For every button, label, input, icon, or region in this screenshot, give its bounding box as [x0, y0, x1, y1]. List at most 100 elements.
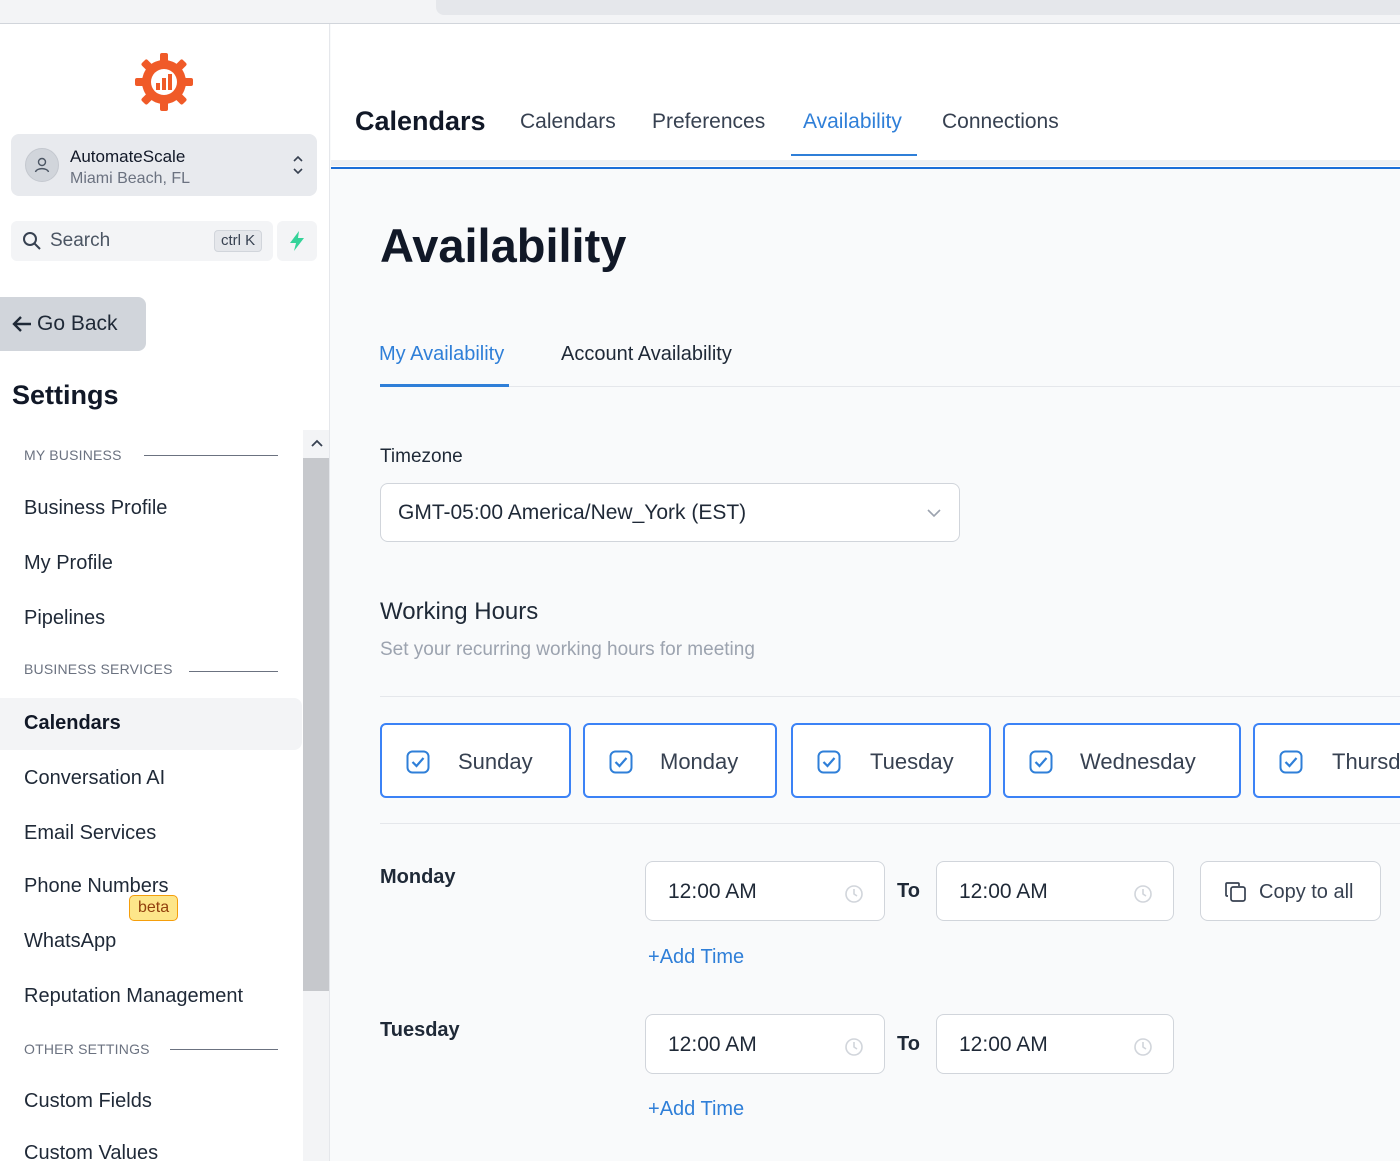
chevron-up-icon [311, 439, 323, 447]
sidebar-item-label: WhatsApp [24, 930, 117, 952]
settings-title: Settings [12, 380, 119, 410]
sidebar-item-custom-values[interactable]: Custom Values [0, 1128, 302, 1161]
scroll-up-button[interactable] [306, 432, 328, 454]
to-label: To [897, 880, 920, 902]
clock-icon [845, 1038, 863, 1056]
brand-logo-icon[interactable] [131, 49, 197, 115]
sidebar: AutomateScale Miami Beach, FL Search ctr… [0, 24, 330, 1161]
timezone-select[interactable]: GMT-05:00 America/New_York (EST) [380, 483, 960, 542]
schedule-day-tuesday: Tuesday [380, 1019, 460, 1041]
tuesday-end-time-input[interactable]: 12:00 AM [936, 1014, 1174, 1074]
sidebar-item-pipelines[interactable]: Pipelines [0, 593, 302, 645]
beta-badge: beta [129, 895, 179, 921]
add-time-link-monday[interactable]: +Add Time [648, 946, 744, 969]
add-time-label: Add Time [659, 1098, 745, 1120]
time-value: 12:00 AM [959, 1033, 1048, 1056]
quick-actions-button[interactable] [277, 221, 317, 261]
main-header: Calendars Calendars Preferences Availabi… [331, 24, 1400, 169]
day-toggle-thursday[interactable]: Thursday [1253, 723, 1400, 798]
day-toggle-sunday[interactable]: Sunday [380, 723, 571, 798]
plus-icon: + [648, 1098, 660, 1120]
day-toggle-tuesday[interactable]: Tuesday [791, 723, 991, 798]
time-value: 12:00 AM [668, 880, 757, 903]
copy-to-all-button[interactable]: Copy to all [1200, 861, 1381, 921]
clock-icon [845, 885, 863, 903]
account-switcher[interactable]: AutomateScale Miami Beach, FL [11, 134, 317, 196]
monday-end-time-input[interactable]: 12:00 AM [936, 861, 1174, 921]
sidebar-item-label: Pipelines [24, 607, 106, 629]
user-icon [34, 157, 50, 173]
account-location: Miami Beach, FL [70, 170, 191, 187]
page-title: Availability [380, 219, 627, 272]
sidebar-item-business-profile[interactable]: Business Profile [0, 483, 302, 535]
sidebar-item-custom-fields[interactable]: Custom Fields [0, 1076, 302, 1128]
section-divider [380, 696, 1400, 697]
section-divider [144, 455, 278, 456]
day-label: Wednesday [1080, 749, 1196, 774]
go-back-button[interactable]: Go Back [0, 297, 146, 351]
section-other-settings: OTHER SETTINGS [24, 1041, 150, 1057]
chevron-down-icon [927, 509, 941, 518]
sidebar-item-label: Conversation AI [24, 767, 166, 789]
active-tab-indicator [791, 154, 917, 156]
sidebar-item-label: Custom Fields [24, 1090, 152, 1112]
subtabs-divider [380, 386, 1400, 387]
tab-preferences[interactable]: Preferences [652, 110, 765, 134]
section-business-services: BUSINESS SERVICES [24, 661, 173, 677]
sidebar-item-conversation-ai[interactable]: Conversation AI [0, 753, 302, 805]
account-name: AutomateScale [70, 147, 186, 166]
sidebar-item-label: Calendars [24, 712, 121, 734]
clock-icon [1134, 885, 1152, 903]
chevron-up-down-icon [293, 155, 303, 175]
header-divider [331, 160, 1400, 166]
plus-icon: + [648, 946, 660, 968]
go-back-label: Go Back [37, 312, 118, 335]
day-label: Thursday [1332, 749, 1400, 774]
tab-my-availability[interactable]: My Availability [379, 343, 504, 366]
to-label: To [897, 1033, 920, 1055]
day-toggle-monday[interactable]: Monday [583, 723, 777, 798]
add-time-link-tuesday[interactable]: +Add Time [648, 1098, 744, 1121]
monday-start-time-input[interactable]: 12:00 AM [645, 861, 885, 921]
day-toggle-wednesday[interactable]: Wednesday [1003, 723, 1241, 798]
timezone-value: GMT-05:00 America/New_York (EST) [398, 501, 747, 524]
tuesday-start-time-input[interactable]: 12:00 AM [645, 1014, 885, 1074]
timezone-label: Timezone [380, 446, 463, 467]
sidebar-item-label: My Profile [24, 552, 113, 574]
search-shortcut: ctrl K [214, 230, 263, 252]
search-icon [23, 232, 41, 250]
day-label: Sunday [458, 749, 533, 774]
checkbox-checked-icon[interactable] [817, 750, 841, 774]
tab-calendars[interactable]: Calendars [520, 110, 616, 134]
active-subtab-indicator [380, 384, 509, 387]
copy-to-all-label: Copy to all [1259, 881, 1354, 903]
checkbox-checked-icon[interactable] [1279, 750, 1303, 774]
clock-icon [1134, 1038, 1152, 1056]
tab-account-availability[interactable]: Account Availability [561, 343, 732, 366]
module-title: Calendars [355, 106, 486, 136]
sidebar-item-label: Business Profile [24, 497, 168, 519]
sidebar-item-label: Email Services [24, 822, 157, 844]
checkbox-checked-icon[interactable] [1029, 750, 1053, 774]
working-hours-subtitle: Set your recurring working hours for mee… [380, 639, 755, 660]
day-label: Monday [660, 749, 739, 774]
sidebar-item-whatsapp[interactable]: WhatsApp [0, 916, 302, 968]
checkbox-checked-icon[interactable] [609, 750, 633, 774]
schedule-day-monday: Monday [380, 866, 456, 888]
tab-connections[interactable]: Connections [942, 110, 1059, 134]
sidebar-item-calendars[interactable]: Calendars [0, 698, 302, 750]
search-label: Search [50, 230, 111, 251]
search-button[interactable]: Search ctrl K [11, 221, 273, 261]
tab-availability[interactable]: Availability [803, 110, 902, 134]
checkbox-checked-icon[interactable] [406, 750, 430, 774]
sidebar-item-reputation-management[interactable]: Reputation Management [0, 971, 302, 1023]
address-bar[interactable] [436, 0, 1400, 15]
day-label: Tuesday [870, 749, 954, 774]
section-my-business: MY BUSINESS [24, 447, 122, 463]
browser-top-bar [0, 0, 1400, 24]
account-avatar [25, 148, 59, 182]
sidebar-scrollbar-thumb[interactable] [303, 458, 329, 991]
sidebar-item-email-services[interactable]: Email Services [0, 808, 302, 860]
sidebar-item-my-profile[interactable]: My Profile [0, 538, 302, 590]
lightning-icon [290, 231, 304, 251]
